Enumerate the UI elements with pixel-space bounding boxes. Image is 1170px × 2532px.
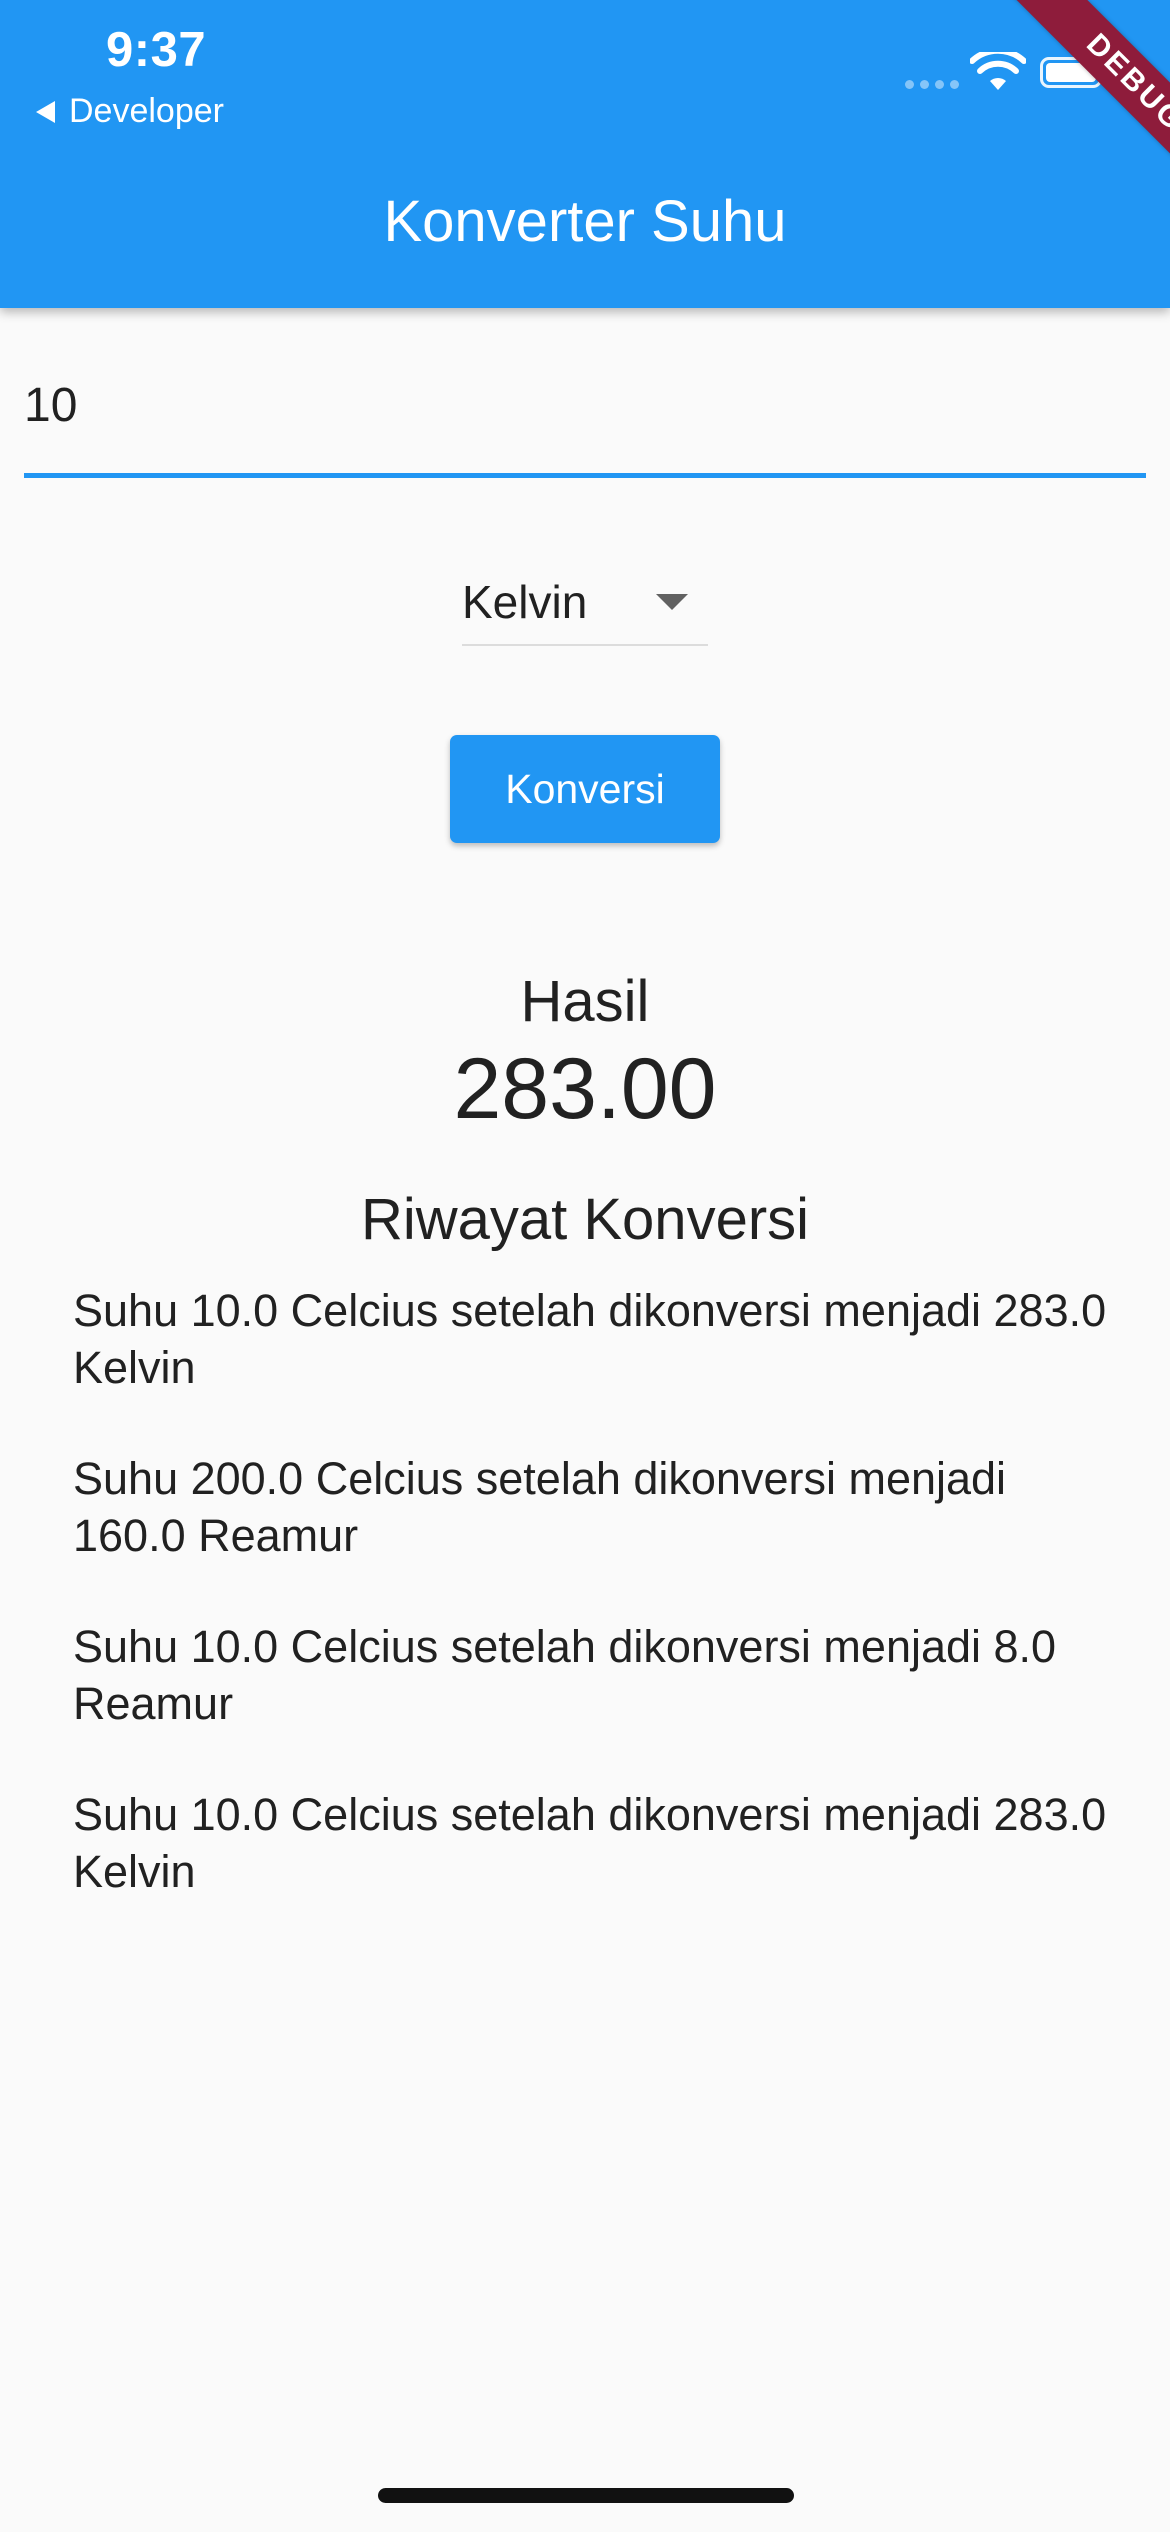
dropdown-arrow-icon xyxy=(656,594,688,610)
temperature-input-field[interactable] xyxy=(24,360,1146,478)
history-list: Suhu 10.0 Celcius setelah dikonversi men… xyxy=(73,1282,1113,1954)
page-title: Konverter Suhu xyxy=(383,189,787,254)
battery-icon xyxy=(1040,57,1102,88)
back-to-developer-link[interactable]: Developer xyxy=(36,92,224,131)
history-item: Suhu 200.0 Celcius setelah dikonversi me… xyxy=(73,1453,1007,1561)
app-bar: 9:37 Developer Konverter Suhu xyxy=(0,0,1170,308)
unit-dropdown-value: Kelvin xyxy=(462,576,588,628)
history-item: Suhu 10.0 Celcius setelah dikonversi men… xyxy=(73,1285,1107,1393)
battery-cap xyxy=(1104,66,1109,78)
back-arrow-icon xyxy=(36,100,55,123)
result-value: 283.00 xyxy=(453,1041,717,1137)
unit-dropdown[interactable]: Kelvin xyxy=(462,560,708,646)
wifi-icon xyxy=(970,52,1026,90)
history-item: Suhu 10.0 Celcius setelah dikonversi men… xyxy=(73,1789,1107,1897)
back-label: Developer xyxy=(69,92,224,130)
temperature-input[interactable] xyxy=(24,360,1146,433)
history-title: Riwayat Konversi xyxy=(360,1187,810,1252)
signal-icon xyxy=(905,80,959,89)
home-indicator[interactable] xyxy=(378,2488,794,2503)
status-time: 9:37 xyxy=(106,23,207,77)
result-label: Hasil xyxy=(520,969,650,1034)
history-item: Suhu 10.0 Celcius setelah dikonversi men… xyxy=(73,1621,1057,1729)
convert-button[interactable]: Konversi xyxy=(450,735,720,843)
